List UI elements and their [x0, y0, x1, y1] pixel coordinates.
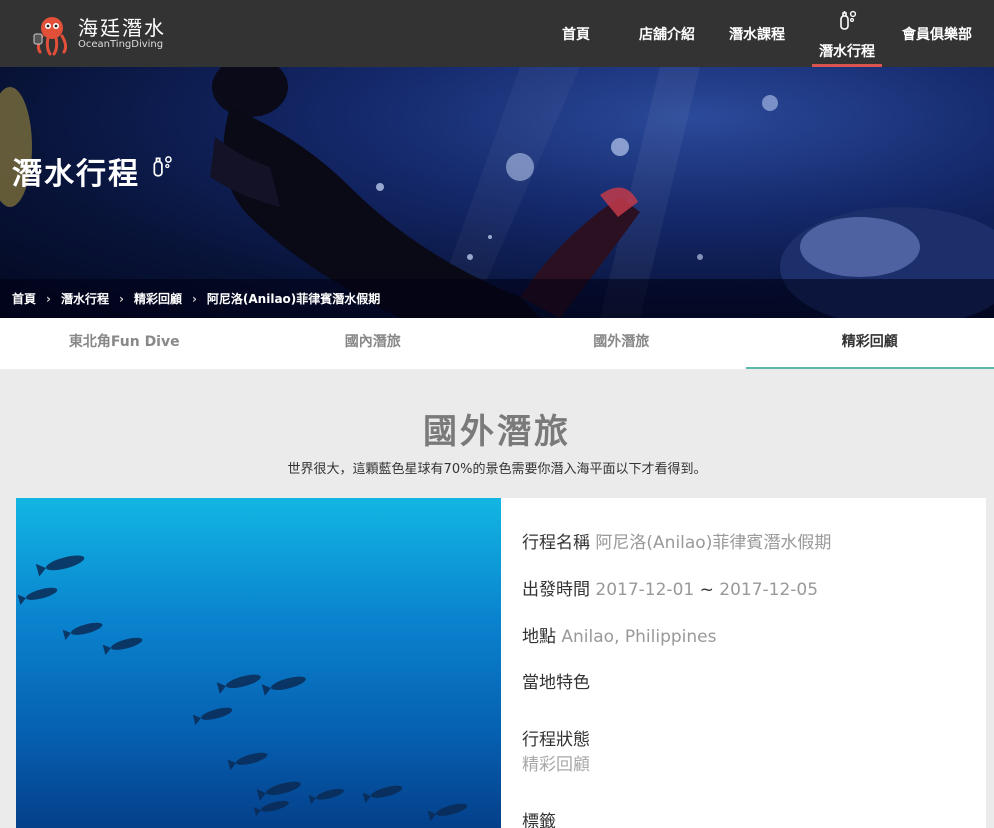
nav-item-home[interactable]: 首頁: [548, 0, 604, 67]
breadcrumb-item-home[interactable]: 首頁: [12, 290, 36, 307]
nav-label: 會員俱樂部: [902, 27, 972, 43]
trip-name-label: 行程名稱: [522, 533, 590, 553]
nav-label: 潛水課程: [729, 27, 785, 43]
trip-location-row: 地點 Anilao, Philippines: [522, 622, 716, 647]
trip-features-row: 當地特色: [522, 668, 590, 693]
chevron-right-icon: ›: [46, 291, 51, 306]
trip-status-value-text: 精彩回顧: [522, 755, 590, 775]
trip-features-label: 當地特色: [522, 673, 590, 693]
trip-name-value: 阿尼洛(Anilao)菲律賓潛水假期: [595, 533, 832, 553]
breadcrumb-item-current: 阿尼洛(Anilao)菲律賓潛水假期: [206, 292, 381, 306]
tab-highlights[interactable]: 精彩回顧: [745, 318, 994, 369]
logo-name-cn: 海廷潛水: [78, 16, 166, 40]
hero-banner: 潛水行程 首頁 › 潛水行程 › 精彩回顧 › 阿尼洛(Anilao)菲律賓潛水…: [0, 67, 994, 318]
trip-card: 行程名稱 阿尼洛(Anilao)菲律賓潛水假期 出發時間 2017-12-01 …: [16, 498, 986, 828]
site-logo[interactable]: 海廷潛水 OceanTingDiving: [28, 12, 166, 56]
page-title: 潛水行程: [12, 157, 140, 192]
octopus-logo-icon: [33, 17, 68, 56]
trip-date-end: 2017-12-05: [719, 580, 819, 600]
nav-item-courses[interactable]: 潛水課程: [722, 0, 792, 67]
trip-date-row: 出發時間 2017-12-01 ~ 2017-12-05: [522, 575, 818, 600]
trip-date-start: 2017-12-01: [595, 580, 695, 600]
nav-item-shop-intro[interactable]: 店舖介紹: [632, 0, 702, 67]
top-header: 海廷潛水 OceanTingDiving 首頁 店舖介紹 潛水課程 潛水行程 會…: [0, 0, 994, 67]
breadcrumb-item-highlights[interactable]: 精彩回顧: [134, 290, 182, 307]
trip-location-value: Anilao, Philippines: [561, 627, 717, 647]
trip-status-value: 精彩回顧: [522, 750, 590, 775]
trip-date-separator: ~: [699, 580, 714, 600]
nav-label: 潛水行程: [819, 44, 875, 60]
breadcrumb: 首頁 › 潛水行程 › 精彩回顧 › 阿尼洛(Anilao)菲律賓潛水假期: [0, 279, 994, 318]
fish-school-image: [17, 555, 468, 822]
trip-date-label: 出發時間: [522, 580, 590, 600]
chevron-right-icon: ›: [118, 291, 124, 306]
trip-tags-label: 標籤: [522, 812, 556, 828]
section-subtitle: 世界很大，這顆藍色星球有70%的景色需要你潛入海平面以下才看得到。: [287, 462, 707, 477]
section-title: 國外潛旅: [423, 412, 571, 452]
nav-label: 店舖介紹: [639, 27, 695, 43]
scuba-tank-icon: [153, 156, 172, 177]
trip-name-row: 行程名稱 阿尼洛(Anilao)菲律賓潛水假期: [522, 528, 831, 553]
chevron-right-icon: ›: [191, 291, 197, 306]
breadcrumb-item-dive-trips[interactable]: 潛水行程: [61, 290, 109, 307]
scuba-tank-icon: [840, 10, 857, 30]
tab-northeast-fun-dive[interactable]: 東北角Fun Dive: [0, 318, 249, 369]
trip-status-label: 行程狀態: [522, 730, 590, 750]
nav-item-member-club[interactable]: 會員俱樂部: [898, 0, 976, 67]
nav-item-dive-trips[interactable]: 潛水行程: [812, 0, 882, 67]
tab-domestic-trips[interactable]: 國內潛旅: [249, 318, 498, 369]
trip-location-label: 地點: [522, 627, 556, 647]
nav-label: 首頁: [562, 27, 590, 43]
tab-overseas-trips[interactable]: 國外潛旅: [497, 318, 746, 369]
logo-name-en: OceanTingDiving: [78, 39, 164, 50]
trip-photo[interactable]: [16, 498, 501, 828]
trip-category-tabs: 東北角Fun Dive 國內潛旅 國外潛旅 精彩回顧: [0, 318, 994, 369]
